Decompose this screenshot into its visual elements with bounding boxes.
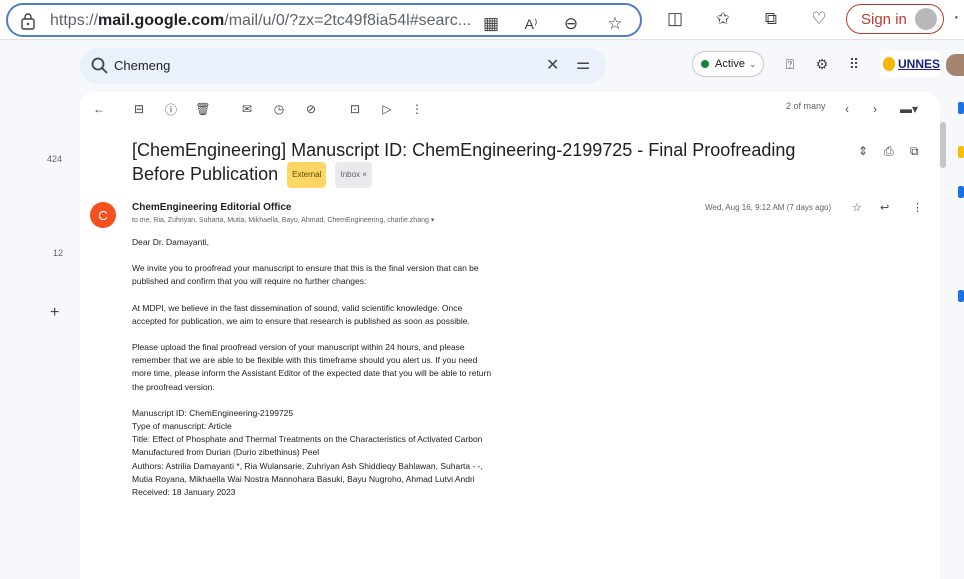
more-vert-icon[interactable]: ⋮ xyxy=(408,100,426,118)
zoom-out-icon[interactable]: ⊖ xyxy=(560,13,582,35)
split-screen-icon[interactable]: ◫ xyxy=(664,8,686,30)
body-paragraph: At MDPI, we believe in the fast dissemin… xyxy=(132,302,470,326)
star-icon[interactable]: ☆ xyxy=(852,201,862,214)
manuscript-title: Title: Effect of Phosphate and Thermal T… xyxy=(132,434,483,458)
browser-essentials-icon[interactable]: ♡ xyxy=(808,8,830,30)
rail-inbox-count: 424 xyxy=(47,154,63,164)
account-avatar[interactable] xyxy=(946,54,964,76)
recipients-line[interactable]: to me, Ria, Zuhriyan, Suharta, Mutia, Mi… xyxy=(132,216,434,224)
add-label-icon[interactable]: + xyxy=(50,304,59,322)
delete-icon[interactable]: 🗑︎ xyxy=(194,100,212,118)
collections-icon[interactable]: ⧉ xyxy=(760,8,782,30)
read-aloud-icon[interactable]: A⁾ xyxy=(520,13,542,35)
sign-in-label: Sign in xyxy=(861,10,907,28)
search-options-icon[interactable]: ⚌ xyxy=(576,54,590,74)
snooze-icon[interactable]: ◷ xyxy=(270,100,288,118)
body-paragraph: We invite you to proofread your manuscri… xyxy=(132,263,479,287)
organization-logo[interactable]: UNNES xyxy=(880,51,940,77)
url-text[interactable]: https://mail.google.com/mail/u/0/?zx=2tc… xyxy=(50,12,471,30)
keep-app-icon[interactable] xyxy=(958,146,964,158)
manuscript-type: Type of manuscript: Article xyxy=(132,421,232,432)
manuscript-authors: Authors: Astrilia Damayanti *, Ria Wulan… xyxy=(132,460,483,484)
address-bar[interactable]: https://mail.google.com/mail/u/0/?zx=2tc… xyxy=(6,3,642,37)
more-icon[interactable]: · xyxy=(953,6,960,29)
greeting: Dear Dr. Damayanti, xyxy=(132,237,209,247)
status-dot-icon xyxy=(701,60,709,68)
manuscript-received: Received: 18 January 2023 xyxy=(132,487,236,498)
email-body: Dear Dr. Damayanti, We invite you to pro… xyxy=(132,236,492,499)
qr-icon[interactable]: ▦ xyxy=(480,13,502,35)
chevron-left-icon[interactable]: ‹ xyxy=(838,100,856,118)
status-dropdown[interactable]: Active ⌄ xyxy=(692,51,764,77)
email-subject: [ChemEngineering] Manuscript ID: ChemEng… xyxy=(132,138,812,189)
expand-collapse-icon[interactable]: ⇕ xyxy=(858,144,868,158)
back-arrow-icon[interactable]: ← xyxy=(90,100,108,118)
tasks-app-icon[interactable] xyxy=(958,186,964,198)
search-input[interactable]: Chemeng xyxy=(114,58,170,73)
message-date: Wed, Aug 16, 9:12 AM (7 days ago) xyxy=(705,203,832,212)
add-to-tasks-icon[interactable]: ⊘ xyxy=(302,100,320,118)
favorite-icon[interactable]: ☆ xyxy=(604,13,626,35)
settings-gear-icon[interactable]: ⚙ xyxy=(812,54,832,74)
apps-grid-icon[interactable]: ⠿ xyxy=(844,54,864,74)
sign-in-button[interactable]: Sign in xyxy=(846,4,944,34)
move-to-icon[interactable]: ⊡ xyxy=(346,100,364,118)
message-more-icon[interactable]: ⋮ xyxy=(912,201,923,214)
external-tag: External xyxy=(287,162,327,189)
scrollbar[interactable] xyxy=(940,122,946,168)
print-icon[interactable]: ⎙ xyxy=(884,144,894,159)
org-logo-text: UNNES xyxy=(897,57,940,71)
url-path: /mail/u/0/?zx=2tc49f8ia54l#searc... xyxy=(224,12,472,29)
contacts-app-icon[interactable] xyxy=(958,290,964,302)
pagination-text: 2 of many xyxy=(786,101,826,111)
sender-avatar[interactable]: C xyxy=(90,202,116,228)
favorites-list-icon[interactable]: ✩ xyxy=(712,8,734,30)
url-host: mail.google.com xyxy=(98,12,225,29)
mark-unread-icon[interactable]: ✉ xyxy=(238,100,256,118)
profile-avatar-icon xyxy=(915,8,937,30)
body-paragraph: Please upload the final proofread versio… xyxy=(132,342,492,392)
archive-icon[interactable]: ⊟ xyxy=(130,100,148,118)
url-scheme: https:// xyxy=(50,12,99,29)
calendar-app-icon[interactable] xyxy=(958,102,964,114)
browser-toolbar: https://mail.google.com/mail/u/0/?zx=2tc… xyxy=(0,0,964,40)
inbox-label-chip[interactable]: Inbox × xyxy=(335,162,372,189)
report-spam-icon[interactable]: ⓘ xyxy=(162,100,180,118)
subject-text: [ChemEngineering] Manuscript ID: ChemEng… xyxy=(132,140,796,184)
clear-search-icon[interactable]: ✕ xyxy=(546,55,559,75)
message-view: ← ⊟ ⓘ 🗑︎ ✉ ◷ ⊘ ⊡ ▷ ⋮ 2 of many ‹ › ▬▾ [C… xyxy=(80,92,940,579)
open-new-window-icon[interactable]: ⧉ xyxy=(910,144,919,159)
rail-label-count: 12 xyxy=(53,248,64,258)
input-tools-icon[interactable]: ▬▾ xyxy=(896,100,922,118)
status-label: Active xyxy=(715,58,745,70)
search-icon[interactable] xyxy=(90,56,110,76)
chevron-right-icon[interactable]: › xyxy=(866,100,884,118)
reply-icon[interactable]: ↩ xyxy=(880,201,889,214)
label-icon[interactable]: ▷ xyxy=(378,100,396,118)
gmail-header: Chemeng ✕ ⚌ Active ⌄ ⍰ ⚙ ⠿ UNNES xyxy=(0,40,964,92)
help-icon[interactable]: ⍰ xyxy=(780,54,800,74)
sender-name[interactable]: ChemEngineering Editorial Office xyxy=(132,202,291,213)
lock-icon[interactable] xyxy=(20,12,36,30)
search-bar[interactable]: Chemeng ✕ ⚌ xyxy=(80,48,606,84)
manuscript-id: Manuscript ID: ChemEngineering-2199725 xyxy=(132,407,294,418)
chevron-down-icon: ⌄ xyxy=(748,58,757,69)
org-logo-emblem-icon xyxy=(883,57,895,71)
